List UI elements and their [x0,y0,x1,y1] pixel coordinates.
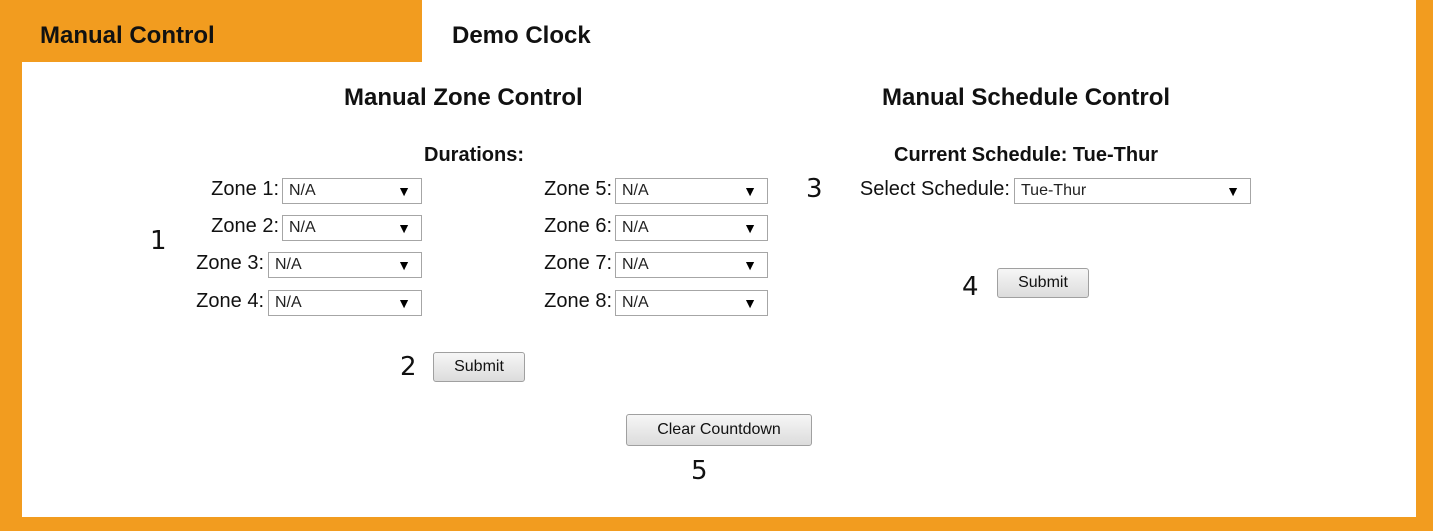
zone-4-label: Zone 4: [196,290,264,312]
chevron-down-icon: ▼ [397,220,411,236]
tab-demo-clock[interactable]: Demo Clock [422,0,1416,62]
chevron-down-icon: ▼ [397,295,411,311]
zone-4-select[interactable]: N/A ▼ [268,290,422,316]
clear-countdown-button[interactable]: Clear Countdown [626,414,812,446]
content-panel: Manual Zone Control Manual Schedule Cont… [22,62,1416,517]
marker-4: 4 [962,272,979,302]
chevron-down-icon: ▼ [397,257,411,273]
marker-5: 5 [691,456,708,486]
schedule-select[interactable]: Tue-Thur ▼ [1014,178,1251,204]
schedule-control-title: Manual Schedule Control [882,84,1171,111]
select-schedule-label: Select Schedule: [859,178,1010,200]
current-schedule-label: Current Schedule: Tue-Thur [894,144,1159,166]
tab-manual-control[interactable]: Manual Control [40,0,420,62]
zone-1-label: Zone 1: [211,178,279,200]
durations-label: Durations: [424,144,524,166]
zone-2-select[interactable]: N/A ▼ [282,215,422,241]
zone-3-select[interactable]: N/A ▼ [268,252,422,278]
schedule-submit-button[interactable]: Submit [997,268,1089,298]
chevron-down-icon: ▼ [743,183,757,199]
chevron-down-icon: ▼ [743,257,757,273]
chevron-down-icon: ▼ [743,220,757,236]
zone-control-title: Manual Zone Control [344,84,583,111]
zone-2-label: Zone 2: [211,215,279,237]
marker-2: 2 [400,352,417,382]
zone-7-label: Zone 7: [544,252,612,274]
zone-5-label: Zone 5: [544,178,612,200]
zone-5-select[interactable]: N/A ▼ [615,178,768,204]
chevron-down-icon: ▼ [1226,183,1240,199]
zone-8-label: Zone 8: [544,290,612,312]
chevron-down-icon: ▼ [397,183,411,199]
zone-6-label: Zone 6: [544,215,612,237]
zone-8-select[interactable]: N/A ▼ [615,290,768,316]
zone-6-select[interactable]: N/A ▼ [615,215,768,241]
zone-7-select[interactable]: N/A ▼ [615,252,768,278]
marker-3: 3 [806,174,823,204]
zone-3-label: Zone 3: [196,252,264,274]
zone-submit-button[interactable]: Submit [433,352,525,382]
zone-1-select[interactable]: N/A ▼ [282,178,422,204]
chevron-down-icon: ▼ [743,295,757,311]
marker-1: 1 [150,226,167,256]
